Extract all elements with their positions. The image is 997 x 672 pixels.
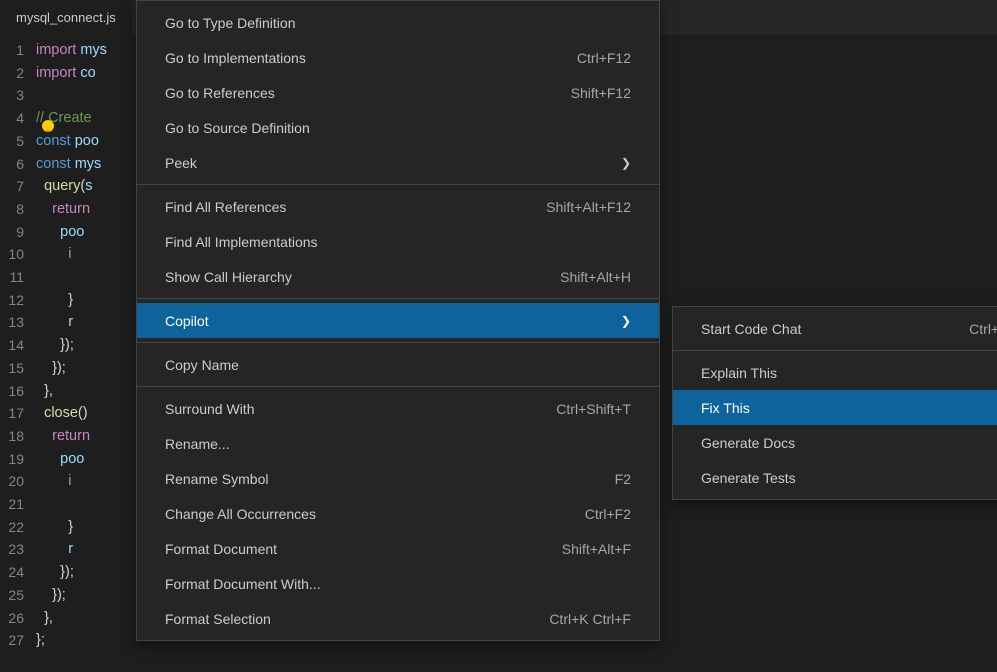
menu-separator: [137, 386, 659, 387]
menu-label: Format Document: [165, 541, 277, 557]
menu-label: Go to References: [165, 85, 275, 101]
menu-label: Explain This: [701, 365, 777, 381]
menu-label: Surround With: [165, 401, 254, 417]
menu-item-copilot[interactable]: Copilot ❯: [137, 303, 659, 338]
submenu-item-generate-tests[interactable]: Generate Tests: [673, 460, 997, 495]
line-number: 26: [0, 607, 24, 630]
line-number: 1: [0, 39, 24, 62]
line-gutter: 1234567891011121314151617181920212223242…: [0, 35, 36, 672]
context-menu: Go to Type Definition Go to Implementatio…: [136, 0, 660, 641]
menu-label: Format Selection: [165, 611, 271, 627]
submenu-item-fix-this[interactable]: Fix This: [673, 390, 997, 425]
line-number: 24: [0, 561, 24, 584]
chevron-right-icon: ❯: [621, 156, 631, 170]
line-number: 13: [0, 311, 24, 334]
line-number: 2: [0, 62, 24, 85]
line-number: 19: [0, 448, 24, 471]
line-number: 23: [0, 538, 24, 561]
menu-shortcut: Ctrl+K Ctrl+F: [549, 611, 631, 627]
menu-item-go-to-type-definition[interactable]: Go to Type Definition: [137, 5, 659, 40]
menu-separator: [137, 342, 659, 343]
menu-label: Go to Source Definition: [165, 120, 310, 136]
menu-shortcut: Shift+Alt+F12: [546, 199, 631, 215]
line-number: 11: [0, 266, 24, 289]
menu-item-find-all-references[interactable]: Find All References Shift+Alt+F12: [137, 189, 659, 224]
menu-shortcut: F2: [615, 471, 631, 487]
menu-label: Show Call Hierarchy: [165, 269, 292, 285]
line-number: 15: [0, 357, 24, 380]
submenu-item-generate-docs[interactable]: Generate Docs: [673, 425, 997, 460]
menu-label: Rename...: [165, 436, 230, 452]
menu-item-peek[interactable]: Peek ❯: [137, 145, 659, 180]
tab-filename: mysql_connect.js: [16, 10, 116, 25]
menu-shortcut: Ctrl+F12: [577, 50, 631, 66]
menu-item-format-document[interactable]: Format Document Shift+Alt+F: [137, 531, 659, 566]
submenu-item-start-code-chat[interactable]: Start Code Chat Ctrl+I: [673, 311, 997, 346]
menu-label: Find All Implementations: [165, 234, 318, 250]
menu-label: Fix This: [701, 400, 750, 416]
line-number: 17: [0, 402, 24, 425]
line-number: 21: [0, 493, 24, 516]
menu-label: Start Code Chat: [701, 321, 801, 337]
line-number: 20: [0, 470, 24, 493]
menu-label: Generate Docs: [701, 435, 795, 451]
line-number: 5: [0, 130, 24, 153]
menu-shortcut: Shift+F12: [571, 85, 631, 101]
menu-label: Find All References: [165, 199, 286, 215]
menu-shortcut: Shift+Alt+F: [562, 541, 631, 557]
menu-item-change-all-occurrences[interactable]: Change All Occurrences Ctrl+F2: [137, 496, 659, 531]
menu-separator: [137, 184, 659, 185]
line-number: 9: [0, 221, 24, 244]
line-number: 27: [0, 629, 24, 652]
menu-item-show-call-hierarchy[interactable]: Show Call Hierarchy Shift+Alt+H: [137, 259, 659, 294]
line-number: 12: [0, 289, 24, 312]
menu-label: Go to Implementations: [165, 50, 306, 66]
menu-item-copy-name[interactable]: Copy Name: [137, 347, 659, 382]
menu-shortcut: Ctrl+I: [969, 321, 997, 337]
menu-shortcut: Shift+Alt+H: [560, 269, 631, 285]
menu-item-rename[interactable]: Rename...: [137, 426, 659, 461]
menu-item-go-to-source-definition[interactable]: Go to Source Definition: [137, 110, 659, 145]
menu-separator: [673, 350, 997, 351]
menu-label: Format Document With...: [165, 576, 321, 592]
line-number: 22: [0, 516, 24, 539]
menu-label: Peek: [165, 155, 197, 171]
menu-label: Rename Symbol: [165, 471, 269, 487]
line-number: 18: [0, 425, 24, 448]
line-number: 25: [0, 584, 24, 607]
chevron-right-icon: ❯: [621, 314, 631, 328]
menu-item-surround-with[interactable]: Surround With Ctrl+Shift+T: [137, 391, 659, 426]
menu-shortcut: Ctrl+F2: [585, 506, 631, 522]
submenu-item-explain-this[interactable]: Explain This: [673, 355, 997, 390]
line-number: 6: [0, 153, 24, 176]
menu-label: Copilot: [165, 313, 209, 329]
line-number: 4: [0, 107, 24, 130]
menu-label: Generate Tests: [701, 470, 796, 486]
menu-separator: [137, 298, 659, 299]
line-number: 10: [0, 243, 24, 266]
menu-item-format-document-with[interactable]: Format Document With...: [137, 566, 659, 601]
line-number: 14: [0, 334, 24, 357]
menu-item-find-all-implementations[interactable]: Find All Implementations: [137, 224, 659, 259]
menu-item-go-to-implementations[interactable]: Go to Implementations Ctrl+F12: [137, 40, 659, 75]
line-number: 16: [0, 380, 24, 403]
menu-shortcut: Ctrl+Shift+T: [556, 401, 631, 417]
menu-label: Change All Occurrences: [165, 506, 316, 522]
menu-label: Copy Name: [165, 357, 239, 373]
file-tab[interactable]: mysql_connect.js: [0, 0, 132, 35]
menu-item-go-to-references[interactable]: Go to References Shift+F12: [137, 75, 659, 110]
menu-label: Go to Type Definition: [165, 15, 295, 31]
copilot-submenu: Start Code Chat Ctrl+I Explain This Fix Thi…: [672, 306, 997, 500]
lightbulb-icon[interactable]: [40, 118, 56, 134]
menu-item-rename-symbol[interactable]: Rename Symbol F2: [137, 461, 659, 496]
menu-item-format-selection[interactable]: Format Selection Ctrl+K Ctrl+F: [137, 601, 659, 636]
line-number: 7: [0, 175, 24, 198]
line-number: 8: [0, 198, 24, 221]
line-number: 3: [0, 84, 24, 107]
